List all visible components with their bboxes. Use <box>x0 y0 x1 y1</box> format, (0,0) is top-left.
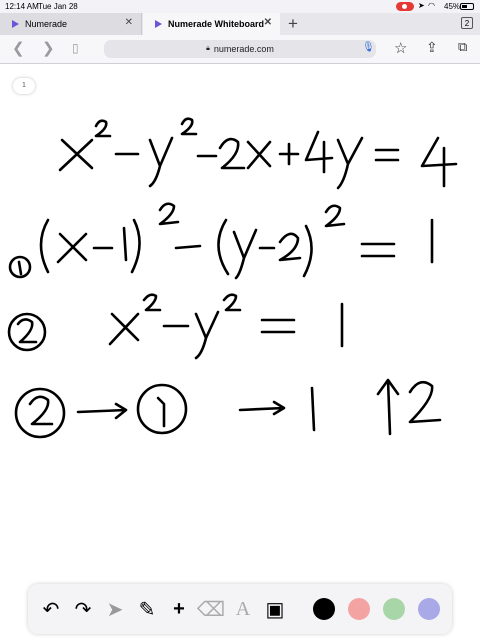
handwritten-line-1 <box>58 117 458 190</box>
wifi-icon: ◠ <box>428 1 435 10</box>
color-purple-swatch[interactable] <box>418 598 440 620</box>
text-icon[interactable]: A <box>228 594 258 624</box>
whiteboard-canvas[interactable]: 1 <box>0 64 480 640</box>
url-field[interactable]: 🔒︎ numerade.com <box>104 40 376 58</box>
plus-icon[interactable]: + <box>164 594 194 624</box>
pointer-icon[interactable]: ➤ <box>100 594 130 624</box>
close-tab-icon[interactable]: ✕ <box>125 17 133 28</box>
url-text: numerade.com <box>213 44 274 54</box>
microphone-icon[interactable]: 🎙︎ <box>362 42 375 53</box>
tab-numerade-whiteboard[interactable]: Numerade Whiteboard ✕ <box>143 13 280 35</box>
whiteboard-toolbar: ↶ ↷ ➤ ✎ + ⌫ A ▣ <box>28 584 452 634</box>
tab-bar: Numerade ✕ Numerade Whiteboard ✕ + 2 <box>0 13 480 35</box>
undo-icon[interactable]: ↶ <box>36 594 66 624</box>
share-icon[interactable]: ⇪ <box>426 39 438 56</box>
recording-indicator-icon <box>396 2 414 11</box>
new-tab-plus-icon[interactable]: + <box>288 13 298 35</box>
back-icon[interactable]: ❮ <box>12 39 25 57</box>
numerade-favicon-icon <box>155 20 162 28</box>
pencil-icon[interactable]: ✎ <box>132 594 162 624</box>
status-bar: 12:14 AM Tue Jan 28 ➤ ◠ 45% <box>0 0 480 13</box>
handwritten-line-3 <box>7 293 344 360</box>
tab-numerade[interactable]: Numerade ✕ <box>0 13 142 35</box>
image-icon[interactable]: ▣ <box>260 594 290 624</box>
bookmark-star-icon[interactable]: ☆ <box>394 39 407 57</box>
handwritten-line-2 <box>8 202 434 280</box>
status-date: Tue Jan 28 <box>38 2 78 11</box>
status-time: 12:14 AM <box>5 2 39 11</box>
battery-icon <box>460 3 474 10</box>
tab-count-button[interactable]: 2 <box>461 17 473 29</box>
location-icon: ➤ <box>418 1 425 10</box>
tab-label: Numerade Whiteboard <box>168 19 265 29</box>
lock-icon: 🔒︎ <box>206 45 210 52</box>
color-black-swatch[interactable] <box>313 598 335 620</box>
handwritten-line-4 <box>14 378 442 439</box>
reader-icon[interactable]: ▯ <box>72 41 79 55</box>
eraser-icon[interactable]: ⌫ <box>196 594 226 624</box>
forward-icon[interactable]: ❯ <box>42 39 55 57</box>
close-tab-icon[interactable]: ✕ <box>264 17 272 28</box>
handwriting-layer <box>7 117 458 439</box>
redo-icon[interactable]: ↷ <box>68 594 98 624</box>
tab-label: Numerade <box>25 19 68 29</box>
numerade-favicon-icon <box>12 20 19 28</box>
sidebar-icon[interactable]: ⧉ <box>458 39 467 55</box>
battery-percent: 45% <box>444 2 461 11</box>
address-bar: ❮ ❯ ▯ 🔒︎ numerade.com 🎙︎ ☆ ⇪ ⧉ <box>0 35 480 64</box>
color-green-swatch[interactable] <box>383 598 405 620</box>
color-pink-swatch[interactable] <box>348 598 370 620</box>
